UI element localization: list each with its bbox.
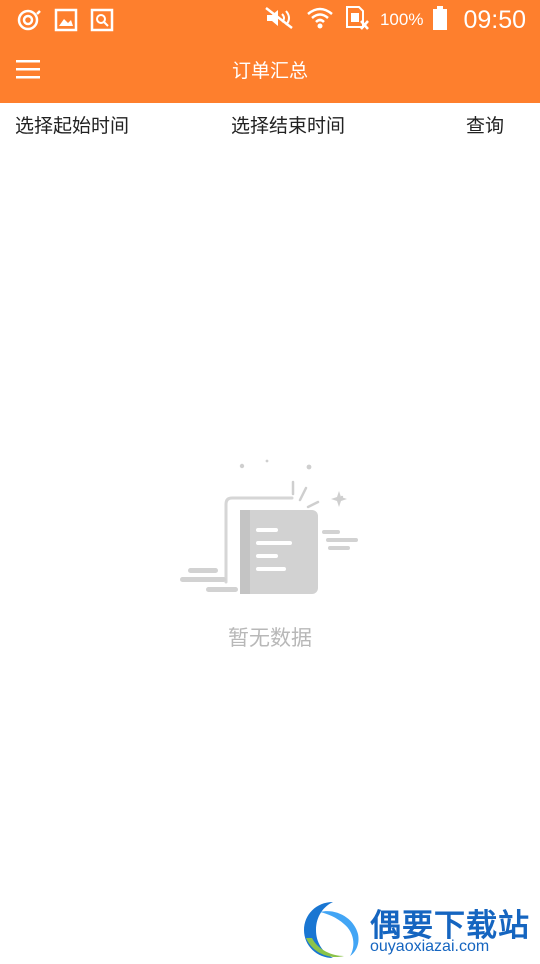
page-title: 订单汇总	[231, 60, 308, 82]
watermark-url: ouyaoxiazai.com	[370, 938, 490, 955]
battery-percentage: 100%	[379, 10, 424, 29]
query-button[interactable]: 查询	[466, 103, 504, 149]
status-icons: 100% 09:50	[264, 0, 526, 40]
battery-icon	[433, 6, 448, 34]
search-app-icon	[90, 8, 114, 36]
sim-icon	[344, 5, 370, 35]
gallery-icon	[54, 8, 78, 36]
sync-icon	[16, 8, 42, 36]
end-time-selector[interactable]: 选择结束时间	[231, 103, 345, 149]
status-bar: 100% 09:50	[0, 0, 540, 40]
wifi-icon	[306, 6, 334, 34]
watermark-logo-icon	[300, 898, 366, 964]
start-time-selector[interactable]: 选择起始时间	[15, 103, 129, 149]
menu-button[interactable]	[8, 51, 48, 91]
empty-document-icon	[176, 450, 366, 604]
mute-icon	[264, 6, 296, 34]
filter-bar: 选择起始时间 选择结束时间 查询	[0, 103, 540, 149]
watermark: 偶要下载站 ouyaoxiazai.com	[298, 894, 540, 960]
app-bar: 订单汇总	[0, 40, 540, 103]
empty-message: 暂无数据	[228, 626, 312, 650]
clock: 09:50	[463, 5, 526, 34]
hamburger-menu-icon	[15, 57, 41, 85]
